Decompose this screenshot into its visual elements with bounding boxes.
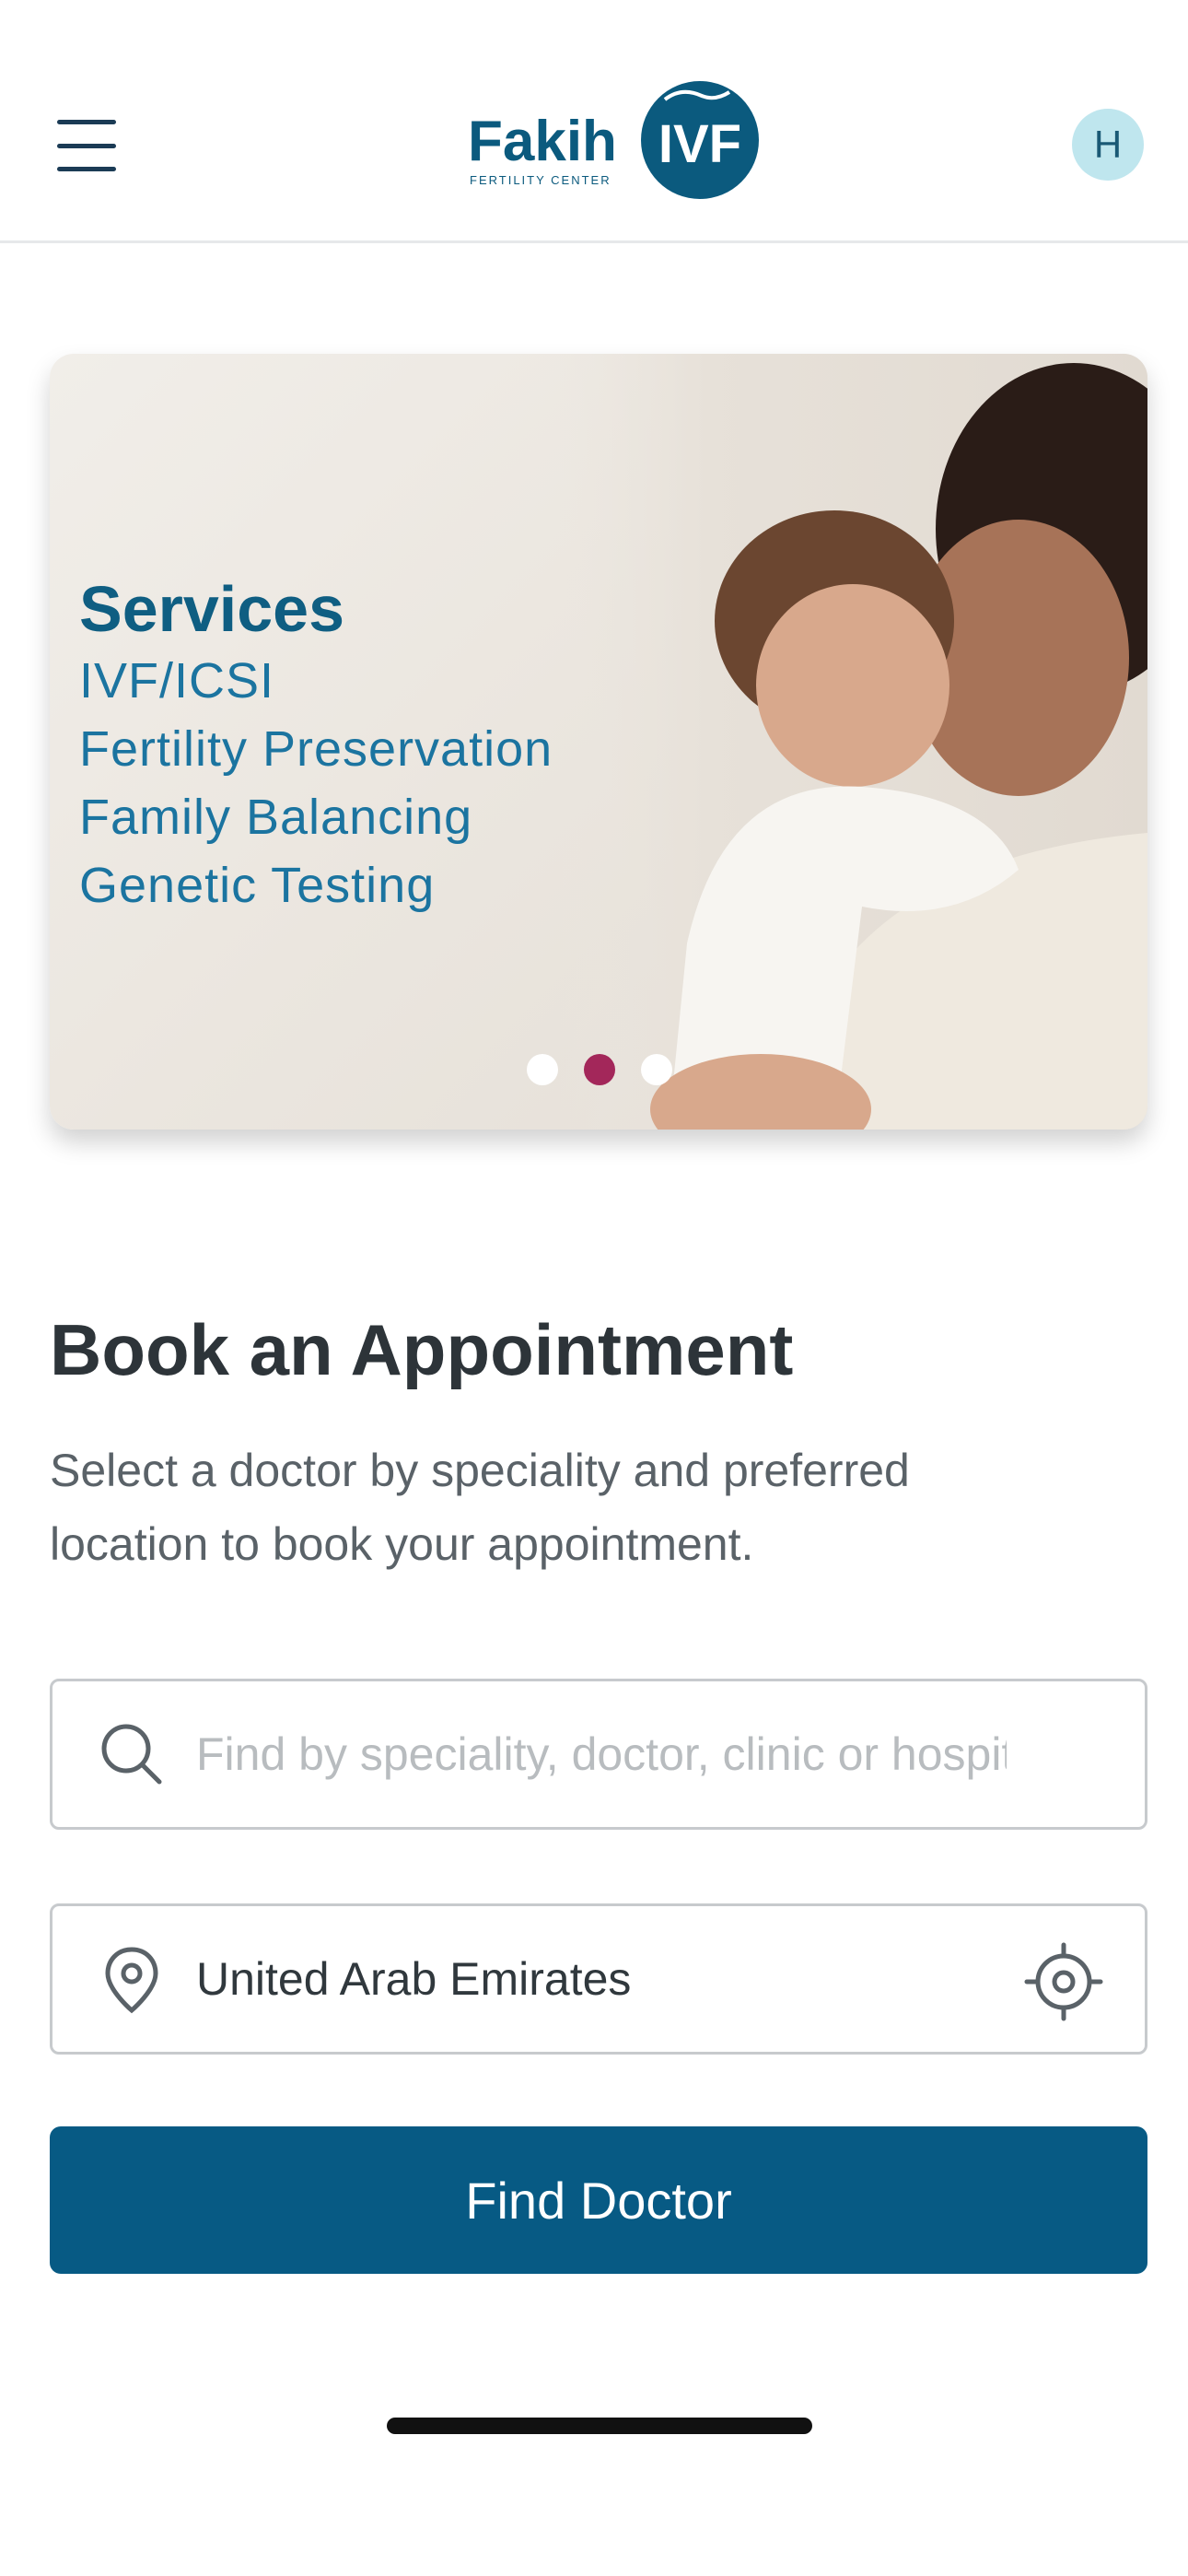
banner-service-line: Fertility Preservation (79, 721, 553, 777)
banner-service-line: Family Balancing (79, 790, 473, 845)
carousel-pagination (527, 1054, 672, 1085)
search-field[interactable] (50, 1679, 1147, 1830)
section-title: Book an Appointment (50, 1309, 794, 1390)
search-icon (101, 1724, 162, 1785)
home-indicator[interactable] (387, 2418, 812, 2434)
logo-badge: IVF (658, 114, 741, 174)
user-avatar[interactable]: H (1072, 109, 1144, 181)
fakih-ivf-logo: Fakih IVF FERTILITY CENTER (468, 81, 759, 199)
find-doctor-button[interactable]: Find Doctor (50, 2126, 1147, 2274)
logo-text: Fakih (468, 110, 617, 173)
carousel-dot-3[interactable] (641, 1054, 672, 1085)
hamburger-menu-icon[interactable] (57, 120, 116, 171)
banner-service-line: Genetic Testing (79, 858, 436, 913)
carousel-dot-2[interactable] (584, 1054, 615, 1085)
location-field[interactable] (50, 1903, 1147, 2055)
menu-line (57, 120, 116, 124)
app-screen: Fakih IVF FERTILITY CENTER H Services IV… (0, 0, 1188, 2576)
app-header: Fakih IVF FERTILITY CENTER H (0, 0, 1188, 243)
section-subtitle: Select a doctor by speciality and prefer… (50, 1445, 910, 1570)
location-input[interactable] (196, 1952, 1007, 2006)
search-input[interactable] (196, 1727, 1007, 1781)
logo-tagline: FERTILITY CENTER (470, 173, 611, 187)
services-banner[interactable]: Services IVF/ICSI Fertility Preservation… (50, 354, 1147, 1130)
crosshair-icon[interactable] (1021, 1939, 1106, 2024)
carousel-dot-1[interactable] (527, 1054, 558, 1085)
menu-line (57, 167, 116, 171)
banner-service-line: IVF/ICSI (79, 653, 275, 708)
banner-text-block: Services IVF/ICSI Fertility Preservation… (79, 571, 553, 919)
location-pin-icon (105, 1947, 158, 2014)
mother-and-baby-image (558, 354, 1147, 1130)
banner-title: Services (79, 573, 345, 645)
menu-line (57, 143, 116, 148)
